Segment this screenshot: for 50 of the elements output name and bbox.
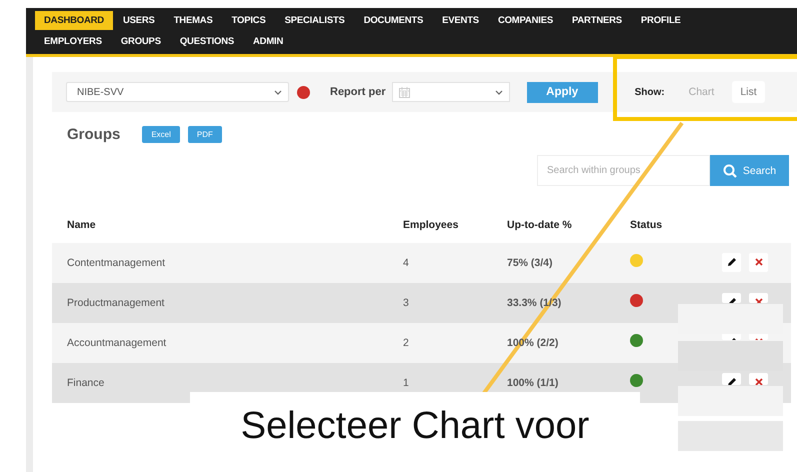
nav-item[interactable]: THEMAS xyxy=(164,11,222,30)
edit-button[interactable] xyxy=(722,373,741,385)
column-header: Status xyxy=(630,219,664,231)
search-icon xyxy=(722,164,737,178)
table-cell-text: 1 xyxy=(403,377,410,389)
close-icon xyxy=(754,377,764,385)
edit-button[interactable] xyxy=(722,293,741,303)
table-cell-text: 2 xyxy=(403,337,410,349)
nav-item[interactable]: QUESTIONS xyxy=(170,32,243,51)
section-title: Groups xyxy=(67,126,120,143)
report-label: Report per xyxy=(330,86,386,98)
column-header: Name xyxy=(67,219,97,231)
edit-button[interactable] xyxy=(722,253,741,272)
group-select[interactable]: NIBE-SVV xyxy=(66,82,289,102)
calendar-icon xyxy=(398,86,410,98)
table-cell-text: 100% (1/1) xyxy=(507,377,560,389)
close-icon xyxy=(754,257,764,267)
close-icon xyxy=(754,297,764,303)
table-cell-text: 3 xyxy=(403,297,410,309)
table-cell-text: Finance xyxy=(67,377,106,389)
nav-item[interactable]: GROUPS xyxy=(112,32,170,51)
nav-item[interactable]: SPECIALISTS xyxy=(276,11,354,30)
table-cell-text: Productmanagement xyxy=(67,297,166,309)
nav-item[interactable]: USERS xyxy=(114,11,164,30)
delete-button[interactable] xyxy=(749,373,768,385)
nav-item[interactable]: TOPICS xyxy=(222,11,275,30)
nav-item[interactable]: EMPLOYERS xyxy=(35,32,111,51)
show-label: Show: xyxy=(634,86,665,98)
caret-icon xyxy=(274,90,282,94)
nav-item[interactable]: DASHBOARD xyxy=(35,11,113,30)
caption-text: Selecteer Chart voor xyxy=(240,404,590,448)
table-cell-text: Accountmanagement xyxy=(67,337,168,349)
column-header: Employees xyxy=(403,219,460,231)
nav-item[interactable]: EVENTS xyxy=(433,11,488,30)
nav-item[interactable]: PROFILE xyxy=(632,11,690,30)
caret-icon xyxy=(494,90,503,94)
pencil-icon xyxy=(726,257,736,267)
nav-item[interactable]: PARTNERS xyxy=(562,11,631,30)
table-cell-text: 75% (3/4) xyxy=(507,257,554,269)
delete-button[interactable] xyxy=(749,293,768,303)
nav-item[interactable]: DOCUMENTS xyxy=(354,11,432,30)
nav-item[interactable]: ADMIN xyxy=(244,32,292,51)
status-dot xyxy=(297,86,310,98)
nav-item[interactable]: COMPANIES xyxy=(488,11,562,30)
table-cell-text: Contentmanagement xyxy=(67,257,166,269)
search-field[interactable]: Search within groups xyxy=(537,155,710,186)
delete-button[interactable] xyxy=(749,253,768,272)
view-toggle[interactable]: List xyxy=(732,81,765,103)
table-cell-text: 4 xyxy=(403,257,410,269)
column-header: Up-to-date % xyxy=(507,219,573,231)
